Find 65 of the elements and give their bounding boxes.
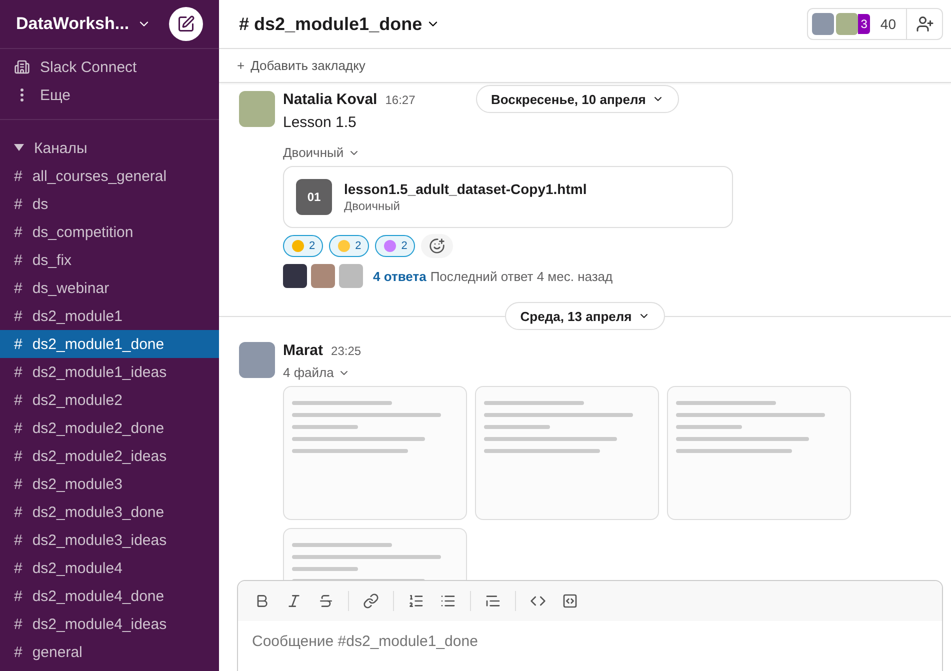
emoji-icon <box>291 239 305 253</box>
date-divider[interactable]: Воскресенье, 10 апреля <box>476 85 679 113</box>
message-time[interactable]: 23:25 <box>331 344 362 358</box>
channel-item[interactable]: # ds2_module3 <box>0 470 219 498</box>
sidebar-item[interactable]: Еще <box>0 81 219 109</box>
smiley-plus-icon <box>429 238 446 254</box>
channel-item[interactable]: # ds2_module2_done <box>0 414 219 442</box>
channel-item[interactable]: # ds_competition <box>0 218 219 246</box>
reaction[interactable]: 2 <box>375 235 416 257</box>
channel-item[interactable]: # ds2_module4_done <box>0 582 219 610</box>
message-time[interactable]: 16:27 <box>385 93 416 107</box>
reaction[interactable]: 2 <box>329 235 370 257</box>
channel-item[interactable]: # ds2_module4 <box>0 554 219 582</box>
channel-item[interactable]: # ds2_module3_done <box>0 498 219 526</box>
channel-item[interactable]: # ds2_module1_ideas <box>0 358 219 386</box>
channel-item[interactable]: # ds <box>0 190 219 218</box>
channel-item[interactable]: # ds2_module1 <box>0 302 219 330</box>
section-header[interactable]: Каналы <box>0 134 219 162</box>
file-card[interactable]: 01 lesson1.5_adult_dataset-Copy1.html Двоичный <box>283 166 733 228</box>
add-reaction-button[interactable] <box>421 234 454 258</box>
image-thumbnail[interactable] <box>475 386 659 520</box>
avatar <box>283 264 307 288</box>
add-bookmark-button[interactable]: + Добавить закладку <box>219 49 951 83</box>
reaction[interactable]: 2 <box>283 235 324 257</box>
file-type: Двоичный <box>344 199 401 213</box>
avatar <box>339 264 363 288</box>
channel-item[interactable]: # all_courses_general <box>0 162 219 190</box>
channel-item[interactable]: # general <box>0 638 219 666</box>
channel-item[interactable]: # ds_fix <box>0 246 219 274</box>
channel-item[interactable]: # ds2_module2_ideas <box>0 442 219 470</box>
channel-item[interactable]: # ds2_module3_ideas <box>0 526 219 554</box>
user-plus-icon <box>916 15 934 33</box>
message-composer[interactable]: Сообщение #ds2_module1_done <box>237 580 943 671</box>
image-thumbnail[interactable] <box>283 386 467 520</box>
file-toggle[interactable]: Двоичный <box>283 145 733 160</box>
avatar <box>812 13 834 35</box>
sidebar-item[interactable]: Slack Connect <box>0 53 219 81</box>
author-name[interactable]: Marat <box>283 342 324 359</box>
file-toggle[interactable]: 4 файла <box>283 365 851 380</box>
message-text: Lesson 1.5 <box>283 114 358 131</box>
emoji-icon <box>383 239 398 253</box>
member-count: 40 <box>879 16 897 32</box>
image-thumbnail[interactable] <box>667 386 851 520</box>
file-name: lesson1.5_adult_dataset-Copy1.html <box>344 181 587 197</box>
channel-item[interactable]: # ds2_module1_done <box>0 330 219 358</box>
author-name[interactable]: Natalia Koval <box>283 91 378 108</box>
caret-icon <box>14 144 24 152</box>
members-button[interactable]: 3 40 <box>806 8 943 40</box>
date-divider[interactable]: Среда, 13 апреля <box>505 302 665 330</box>
member-badge: 3 <box>858 14 870 34</box>
channel-item[interactable]: # ds2_module4_ideas <box>0 610 219 638</box>
channel-title[interactable]: # ds2_module1_done <box>239 14 422 34</box>
last-reply: Последний ответ 4 мес. назад <box>430 268 613 284</box>
avatar <box>311 264 335 288</box>
building-icon <box>14 59 30 75</box>
more-icon <box>20 88 24 102</box>
channel-item[interactable]: # ds_webinar <box>0 274 219 302</box>
workspace-name[interactable]: DataWorksh... <box>16 14 130 34</box>
channel-item[interactable]: # ds2_module2 <box>0 386 219 414</box>
file-badge: 01 <box>296 179 332 215</box>
emoji-icon <box>337 239 352 253</box>
compose-button[interactable] <box>169 7 203 41</box>
replies-link[interactable]: 4 ответа <box>373 268 426 284</box>
compose-icon <box>177 15 195 33</box>
avatar <box>836 13 858 35</box>
